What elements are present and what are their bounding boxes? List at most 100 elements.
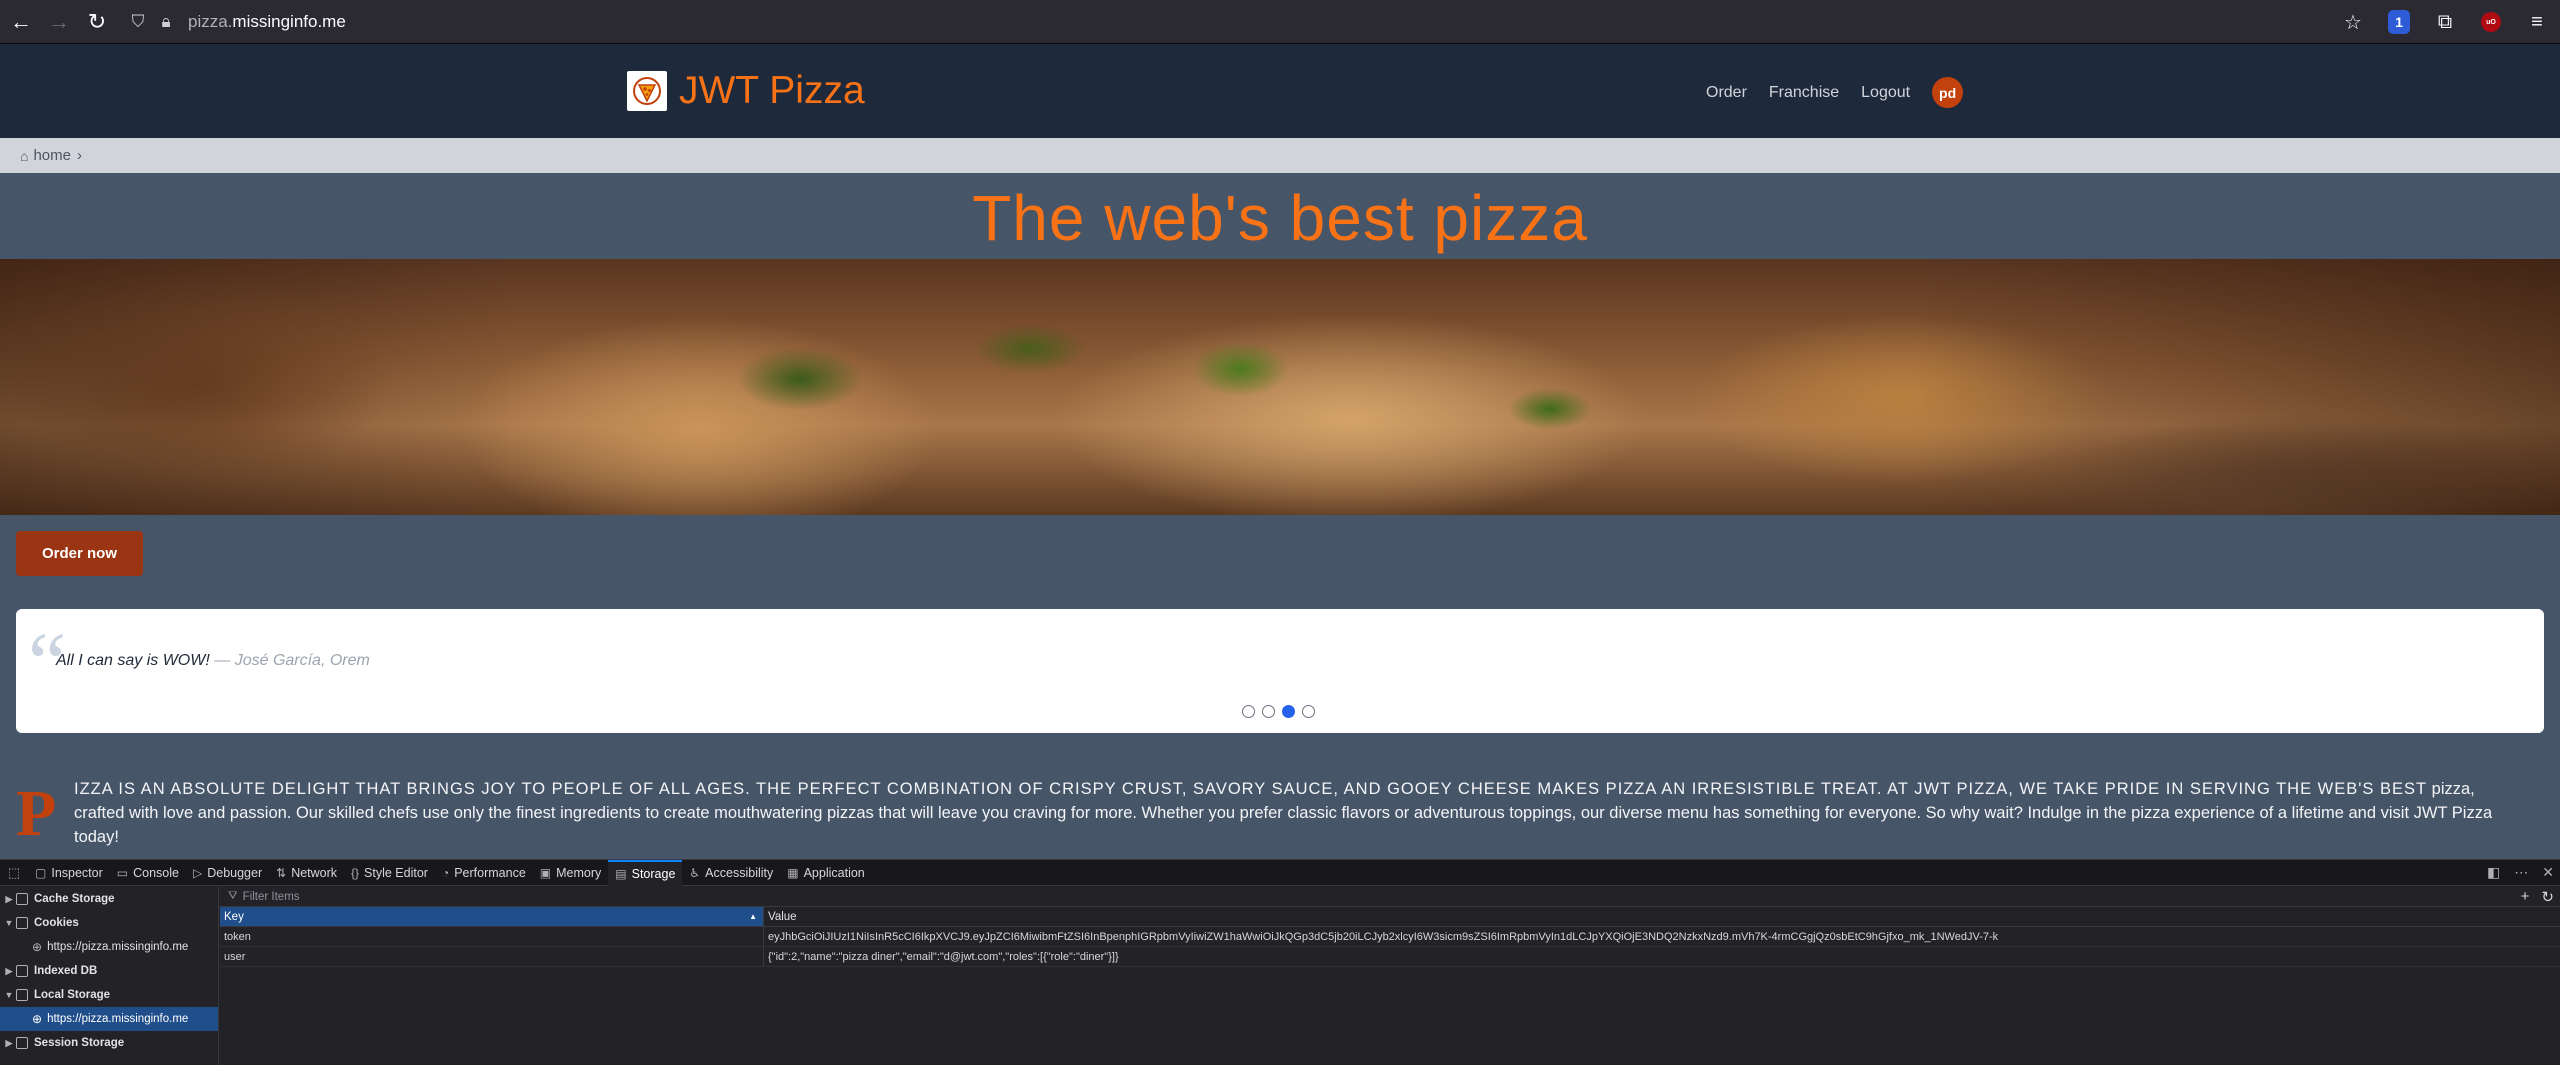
carousel-dot[interactable] [1302, 705, 1315, 718]
reload-icon[interactable]: ↻ [80, 5, 114, 39]
carousel-dots [1242, 705, 1322, 718]
tab-application[interactable]: ▦ Application [780, 860, 872, 886]
tree-label: Cache Storage [34, 893, 115, 905]
nav-franchise-link[interactable]: Franchise [1769, 84, 1839, 102]
tree-session-storage[interactable]: ▶ Session Storage [0, 1031, 218, 1055]
storage-type-icon [16, 893, 28, 905]
devtools-tabs: ⬚ ▢ Inspector ▭ Console ▷ Debugger ⇅ Network… [0, 859, 2560, 886]
tab-network[interactable]: ⇅ Network [269, 860, 344, 886]
tab-label: Performance [454, 865, 526, 880]
column-header-key[interactable]: Key ▲ [220, 907, 764, 926]
brand-name: JWT Pizza [679, 69, 865, 112]
filter-items-input[interactable]: ⛛ Filter Items + ↻ [220, 887, 2560, 907]
column-header-value[interactable]: Value [764, 907, 2560, 926]
lock-icon[interactable]: 🔒︎ [152, 8, 180, 36]
tab-inspector[interactable]: ▢ Inspector [28, 860, 110, 886]
url-host: pizza. [188, 11, 233, 31]
bookmark-star-icon[interactable]: ☆ [2336, 5, 2370, 39]
extension-shield-button[interactable]: 1 [2382, 5, 2416, 39]
row-value: eyJhbGciOiJIUzI1NiIsInR5cCI6IkpXVCJ9.eyJ… [768, 930, 1999, 943]
close-icon[interactable]: ✕ [2542, 864, 2554, 881]
carousel-dot[interactable] [1262, 705, 1275, 718]
avatar[interactable]: pd [1932, 77, 1964, 108]
dock-side-icon[interactable]: ◧ [2487, 864, 2500, 881]
devtools-controls: ◧ ⋯ ✕ [2473, 864, 2554, 881]
tree-cookies[interactable]: ▼ Cookies [0, 911, 218, 935]
quote-author: — José García, Orem [214, 652, 370, 669]
memory-icon: ▣ [539, 865, 552, 880]
inspector-icon: ▢ [35, 865, 47, 880]
carousel-dot[interactable] [1242, 705, 1255, 718]
chevron-right-icon: › [77, 147, 82, 164]
more-options-icon[interactable]: ⋯ [2514, 864, 2528, 881]
tab-label: Memory [556, 865, 602, 880]
table-header: Key ▲ Value [220, 907, 2560, 927]
style-editor-icon: {} [351, 865, 360, 880]
tab-performance[interactable]: ◔ Performance [435, 860, 533, 886]
network-icon: ⇅ [276, 865, 287, 880]
globe-icon: ⊕ [32, 940, 43, 954]
tree-label: Session Storage [34, 1037, 125, 1049]
tab-storage[interactable]: ▤ Storage [608, 859, 683, 886]
browser-toolbar: ← → ↻ ⛉ 🔒︎ pizza.missinginfo.me ☆ 1 ⧉ uO… [0, 0, 2560, 44]
nav-order-link[interactable]: Order [1706, 84, 1747, 102]
tree-cookies-origin[interactable]: ⊕ https://pizza.missinginfo.me [0, 935, 218, 959]
filter-icon: ⛛ [228, 890, 238, 902]
storage-panel: ▶ Cache Storage ▼ Cookies ⊕ https://pizza.m… [0, 887, 2560, 1065]
tab-label: Network [291, 865, 338, 880]
performance-icon: ◔ [441, 865, 450, 880]
row-value: {"id":2,"name":"pizza diner","email":"d@… [768, 950, 1119, 963]
refresh-icon[interactable]: ↻ [2541, 888, 2554, 906]
table-row[interactable]: token eyJhbGciOiJIUzI1NiIsInR5cCI6IkpXVC… [220, 927, 2560, 947]
intro-paragraph: P izza is an absolute delight that bring… [16, 777, 2526, 849]
forward-icon[interactable]: → [42, 5, 76, 39]
tab-console[interactable]: ▭ Console [110, 860, 186, 886]
nav-logout-link[interactable]: Logout [1861, 84, 1910, 102]
tab-label: Console [133, 865, 179, 880]
pizza-hero-image [0, 259, 2560, 515]
address-bar[interactable]: ⛉ 🔒︎ pizza.missinginfo.me [124, 5, 346, 39]
menu-icon[interactable]: ≡ [2520, 5, 2554, 39]
tab-style-editor[interactable]: {} Style Editor [344, 860, 435, 886]
tab-memory[interactable]: ▣ Memory [533, 860, 609, 886]
debugger-icon: ▷ [192, 865, 203, 880]
carousel-dot-active[interactable] [1282, 705, 1295, 718]
tree-indexed-db[interactable]: ▶ Indexed DB [0, 959, 218, 983]
order-now-button[interactable]: Order now [16, 531, 143, 576]
hero-title: The web's best pizza [972, 182, 1588, 254]
tree-local-storage[interactable]: ▼ Local Storage [0, 983, 218, 1007]
chevron-down-icon: ▼ [4, 990, 14, 1000]
filter-actions: + ↻ [2509, 888, 2554, 906]
paragraph-caps: izza is an absolute delight that brings … [74, 780, 2428, 798]
tab-debugger[interactable]: ▷ Debugger [186, 860, 269, 886]
breadcrumb-home[interactable]: home [33, 147, 71, 164]
row-key: user [220, 947, 764, 966]
tab-label: Debugger [207, 865, 263, 880]
site-nav: Order Franchise Logout pd [1706, 77, 1964, 108]
testimonial-carousel: “ All I can say is WOW! — José García, O… [16, 609, 2544, 733]
add-item-icon[interactable]: + [2521, 888, 2530, 906]
pizza-logo-icon [627, 71, 667, 111]
quote-text: All I can say is WOW! [56, 652, 210, 669]
ublock-button[interactable]: uO [2474, 5, 2508, 39]
url-domain: missinginfo.me [232, 11, 346, 31]
accessibility-icon: ♿︎ [689, 865, 701, 880]
back-icon[interactable]: ← [4, 5, 38, 39]
storage-type-icon [16, 965, 28, 977]
tab-accessibility[interactable]: ♿︎ Accessibility [682, 860, 780, 886]
tree-local-storage-origin[interactable]: ⊕ https://pizza.missinginfo.me [0, 1007, 218, 1031]
tree-cache-storage[interactable]: ▶ Cache Storage [0, 887, 218, 911]
url-text[interactable]: pizza.missinginfo.me [188, 12, 346, 32]
tab-label: Storage [631, 866, 676, 881]
element-picker-icon[interactable]: ⬚ [0, 865, 28, 881]
tracking-protection-icon[interactable]: ⛉ [124, 8, 152, 36]
tree-label: https://pizza.missinginfo.me [47, 941, 189, 953]
site-header: JWT Pizza Order Franchise Logout pd [0, 44, 2560, 138]
testimonial-quote: All I can say is WOW! — José García, Ore… [56, 652, 370, 670]
console-icon: ▭ [116, 865, 129, 880]
extensions-icon[interactable]: ⧉ [2428, 5, 2462, 39]
table-row[interactable]: user {"id":2,"name":"pizza diner","email… [220, 947, 2560, 967]
home-icon: ⌂ [20, 147, 29, 164]
web-page: JWT Pizza Order Franchise Logout pd ⌂ ho… [0, 44, 2560, 859]
brand[interactable]: JWT Pizza [627, 69, 865, 113]
